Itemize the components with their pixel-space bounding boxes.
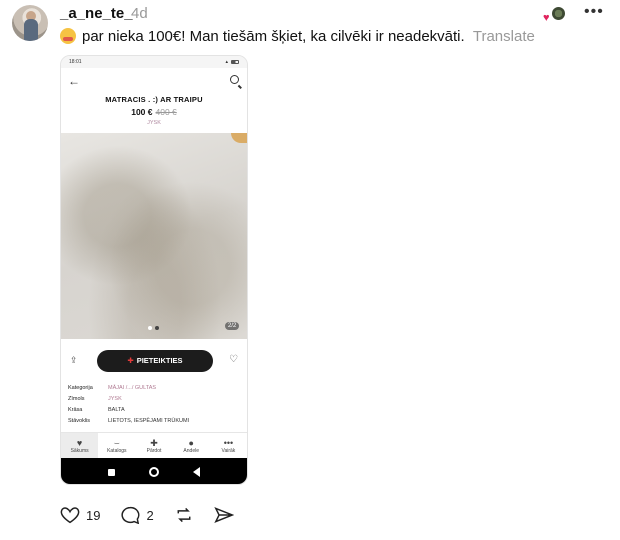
repost-button[interactable] [174, 506, 194, 524]
tab-label: Andele [183, 447, 199, 454]
tab-label: Vairāk [221, 447, 236, 454]
detail-value: BALTA [108, 407, 125, 413]
comment-button[interactable]: 2 [120, 506, 154, 524]
listing-brand: JYSK [147, 120, 161, 126]
heart-icon: ♥ [76, 437, 83, 448]
liker-avatar[interactable] [551, 6, 566, 21]
listing-price: 100 €400 € [61, 107, 247, 117]
sell-icon: ✚ [150, 437, 158, 448]
photo-counter: 2/2 [225, 322, 240, 330]
tab-label: Katalogs [107, 447, 127, 454]
detail-value[interactable]: MĀJAI /.../ GULTAS [108, 385, 156, 396]
tab-sell[interactable]: ✚ Pārdot [135, 433, 172, 458]
translate-link[interactable]: Translate [473, 28, 535, 45]
detail-value: LIETOTS, IESPĒJAMI TRŪKUMI [108, 418, 190, 424]
app-header: ← [61, 74, 247, 90]
apply-button[interactable]: ✚ PIETEIKTIES [97, 350, 213, 372]
share-button[interactable] [213, 506, 234, 524]
attached-screenshot[interactable]: 18:01 ▴ ← MATRACIS . :) AR TRAIPU 100 €4… [60, 55, 248, 485]
like-count: 19 [86, 507, 101, 523]
chat-icon: ● [188, 437, 194, 448]
more-icon: ••• [223, 437, 234, 448]
post-text: par nieka 100€! Man tiešām šķiet, ka cil… [60, 28, 535, 45]
favorite-heart-icon[interactable]: ♡ [229, 354, 238, 365]
heart-icon [60, 507, 80, 524]
back-arrow-icon[interactable]: ← [68, 74, 80, 88]
action-row: ⇪ ✚ PIETEIKTIES ♡ [61, 348, 247, 372]
more-options-icon[interactable]: ••• [584, 3, 604, 21]
listing-details: Kategorija MĀJAI /.../ GULTAS Zīmols JYSK … [68, 385, 189, 429]
post-body: par nieka 100€! Man tiešām šķiet, ka cil… [82, 28, 465, 45]
android-nav-bar [61, 458, 247, 484]
back-icon[interactable] [193, 467, 200, 477]
detail-label: Krāsa [68, 407, 83, 413]
apply-button-label: PIETEIKTIES [136, 356, 183, 365]
comment-count: 2 [146, 507, 154, 523]
detail-row: Kategorija MĀJAI /.../ GULTAS [68, 385, 189, 396]
battery-icon [231, 60, 239, 64]
tab-catalog[interactable]: ⌣ Katalogs [98, 433, 135, 458]
post-actions: 19 2 [60, 505, 254, 525]
heart-icon: ♥ [543, 12, 550, 24]
price: 100 € [131, 107, 153, 117]
phone-status-bar: 18:01 ▴ [61, 56, 247, 68]
detail-row: Krāsa BALTA [68, 407, 189, 418]
detail-value[interactable]: JYSK [108, 396, 122, 407]
photo-pagination[interactable] [148, 326, 159, 330]
tab-chat[interactable]: ● Andele [173, 433, 210, 458]
search-icon[interactable] [230, 75, 239, 84]
recents-icon[interactable] [108, 468, 115, 476]
listing-photo[interactable] [61, 133, 247, 339]
page-dot-active[interactable] [155, 326, 159, 330]
home-icon[interactable] [149, 467, 159, 477]
post-time: 4d [131, 5, 148, 22]
tab-more[interactable]: ••• Vairāk [210, 433, 247, 458]
flushed-face-emoji-icon [60, 28, 76, 44]
send-icon [213, 507, 234, 523]
like-button[interactable]: 19 [60, 506, 100, 524]
page-dot[interactable] [148, 326, 152, 330]
app-tab-bar: ♥ Sākums ⌣ Katalogs ✚ Pārdot ● Andele ••• Vai… [61, 432, 247, 458]
tab-label: Sākums [70, 447, 89, 454]
detail-label: Stāvoklis [68, 418, 91, 424]
share-icon[interactable]: ⇪ [70, 355, 78, 366]
repost-icon [177, 507, 191, 523]
comment-icon [121, 506, 140, 524]
avatar[interactable] [12, 5, 48, 41]
tab-label: Pārdot [146, 447, 162, 454]
signal-icon: ▴ [225, 59, 228, 65]
detail-row: Stāvoklis LIETOTS, IESPĒJAMI TRŪKUMI [68, 418, 189, 429]
username[interactable]: _a_ne_te_ [60, 5, 133, 22]
catalog-icon: ⌣ [113, 437, 120, 448]
status-time: 18:01 [69, 59, 82, 65]
listing-title: MATRACIS . :) AR TRAIPU [105, 95, 203, 104]
detail-row: Zīmols JYSK [68, 396, 189, 407]
tab-home[interactable]: ♥ Sākums [61, 433, 99, 458]
detail-label: Zīmols [68, 396, 85, 402]
old-price: 400 € [155, 107, 177, 117]
detail-label: Kategorija [68, 385, 93, 391]
